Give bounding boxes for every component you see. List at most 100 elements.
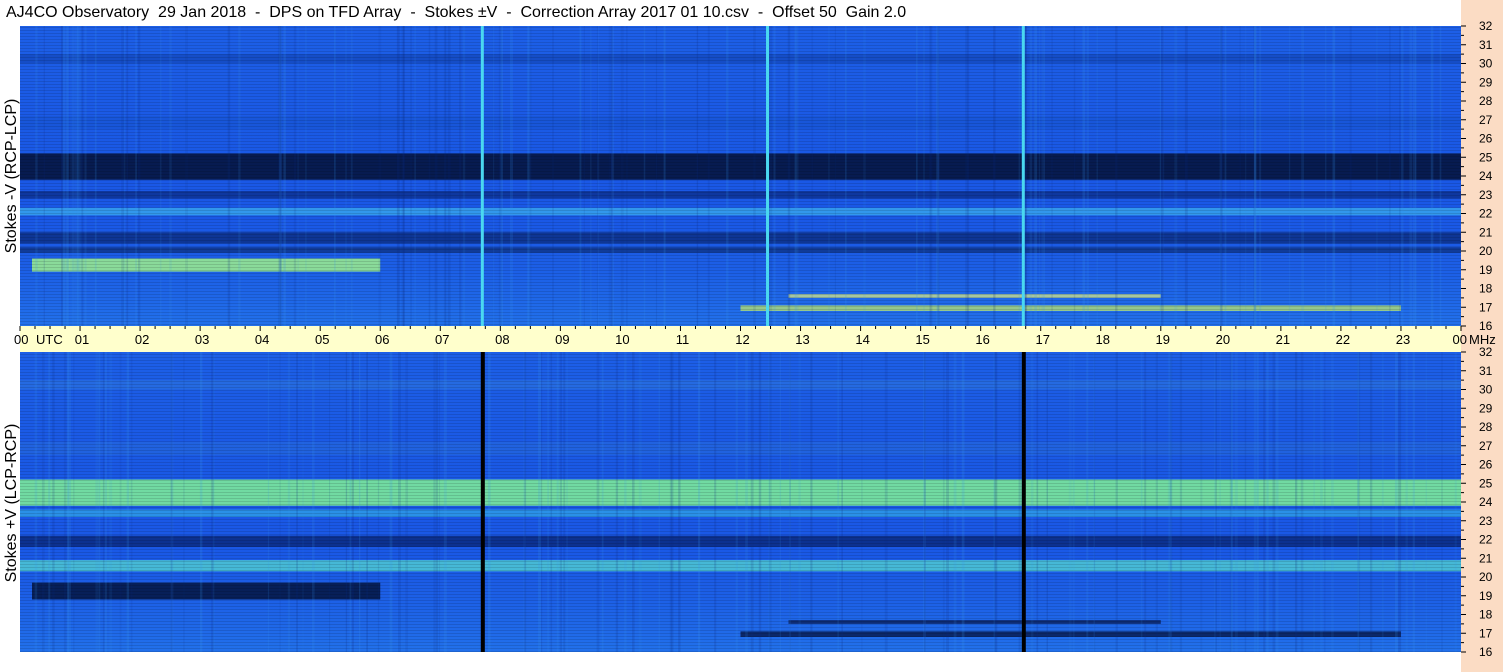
noise-streak: [378, 26, 382, 326]
freq-tick-label: 17: [1479, 300, 1493, 314]
interference-line-2: [766, 26, 770, 326]
freq-tick-label: 16: [1479, 319, 1493, 333]
noise-streak: [62, 26, 66, 326]
noise-streak: [923, 26, 925, 326]
noise-streak: [183, 352, 185, 652]
noise-streak: [1253, 352, 1257, 652]
noise-streak: [293, 26, 297, 326]
freq-tick-label: 18: [1479, 608, 1493, 622]
freq-tick-label: 16: [1479, 645, 1493, 659]
noise-streak: [993, 352, 996, 652]
noise-streak: [1244, 352, 1247, 652]
noise-streak: [626, 26, 628, 326]
time-tick-label: 17: [1035, 332, 1049, 347]
noise-streak: [779, 352, 782, 652]
noise-streak: [1038, 26, 1040, 326]
noise-streak: [302, 352, 304, 652]
noise-streak: [953, 352, 957, 652]
noise-streak: [199, 352, 203, 652]
time-tick-label: 20: [1216, 332, 1230, 347]
noise-streak: [1155, 352, 1159, 652]
time-tick-label: 01: [75, 332, 89, 347]
noise-streak: [434, 26, 438, 326]
noise-streak: [1349, 26, 1352, 326]
noise-streak: [410, 26, 412, 326]
noise-streak: [1115, 352, 1118, 652]
noise-streak: [75, 26, 77, 326]
noise-streak: [916, 26, 918, 326]
freq-tick-label: 18: [1479, 282, 1493, 296]
noise-streak: [35, 26, 38, 326]
frequency-axis-bottom: 16 17 18 19 20 21 22 23 24 25 26 27 28 29 30 31 32: [1461, 345, 1493, 659]
stokes-minus-v-panel: [20, 26, 1461, 326]
time-tick-label: 08: [495, 332, 509, 347]
noise-streak: [72, 26, 74, 326]
freq-tick-label: 30: [1479, 383, 1493, 397]
noise-streak: [397, 352, 401, 652]
noise-streak: [185, 26, 189, 326]
noise-streak: [541, 352, 543, 652]
time-tick-label: 11: [676, 332, 690, 347]
noise-streak: [563, 352, 566, 652]
noise-streak: [79, 26, 82, 326]
time-tick-label: 05: [315, 332, 329, 347]
noise-streak: [279, 352, 281, 652]
freq-tick-label: 26: [1479, 458, 1493, 472]
noise-streak: [527, 26, 530, 326]
noise-streak: [735, 352, 738, 652]
noise-streak: [643, 26, 646, 326]
freq-tick-label: 31: [1479, 364, 1493, 378]
time-tick-label: 03: [195, 332, 209, 347]
noise-streak: [170, 352, 174, 652]
noise-streak: [73, 352, 75, 652]
noise-streak: [601, 352, 604, 652]
time-tick-label: 16: [975, 332, 989, 347]
noise-streak: [611, 26, 615, 326]
noise-streak: [583, 26, 585, 326]
utc-label: UTC: [36, 332, 63, 347]
noise-streak: [84, 26, 87, 326]
noise-streak: [121, 26, 124, 326]
noise-streak: [1294, 352, 1298, 652]
noise-streak: [1140, 352, 1143, 652]
stokes-plus-v-panel: [20, 352, 1461, 652]
noise-streak: [329, 352, 331, 652]
noise-streak: [1167, 352, 1170, 652]
freq-tick-label: 21: [1479, 225, 1493, 239]
noise-streak: [350, 26, 353, 326]
noise-streak: [1412, 352, 1415, 652]
noise-streak: [726, 26, 728, 326]
noise-streak: [1454, 352, 1457, 652]
noise-streak: [123, 26, 126, 326]
noise-streak: [345, 26, 347, 326]
noise-streak: [52, 352, 55, 652]
noise-streak: [1179, 352, 1183, 652]
noise-streak: [1224, 26, 1227, 326]
noise-streak: [443, 352, 447, 652]
noise-streak: [556, 352, 559, 652]
freq-tick-label: 22: [1479, 533, 1493, 547]
noise-streak: [227, 26, 231, 326]
noise-streak: [547, 352, 549, 652]
time-tick-label: 02: [135, 332, 149, 347]
noise-streak: [1245, 26, 1247, 326]
noise-streak: [795, 26, 799, 326]
noise-streak: [462, 26, 466, 326]
noise-streak: [942, 352, 945, 652]
noise-streak: [615, 352, 619, 652]
noise-streak: [126, 352, 130, 652]
noise-streak: [993, 26, 996, 326]
freq-tick-label: 20: [1479, 244, 1493, 258]
noise-streak: [524, 352, 527, 652]
freq-tick-label: 28: [1479, 94, 1493, 108]
noise-streak: [98, 352, 101, 652]
noise-streak: [845, 26, 847, 326]
freq-tick-label: 20: [1479, 570, 1493, 584]
noise-streak: [334, 26, 336, 326]
noise-streak: [212, 352, 215, 652]
noise-streak: [552, 26, 554, 326]
time-tick-label: 14: [855, 332, 869, 347]
noise-streak: [930, 26, 933, 326]
noise-streak: [810, 352, 813, 652]
noise-streak: [1046, 352, 1048, 652]
